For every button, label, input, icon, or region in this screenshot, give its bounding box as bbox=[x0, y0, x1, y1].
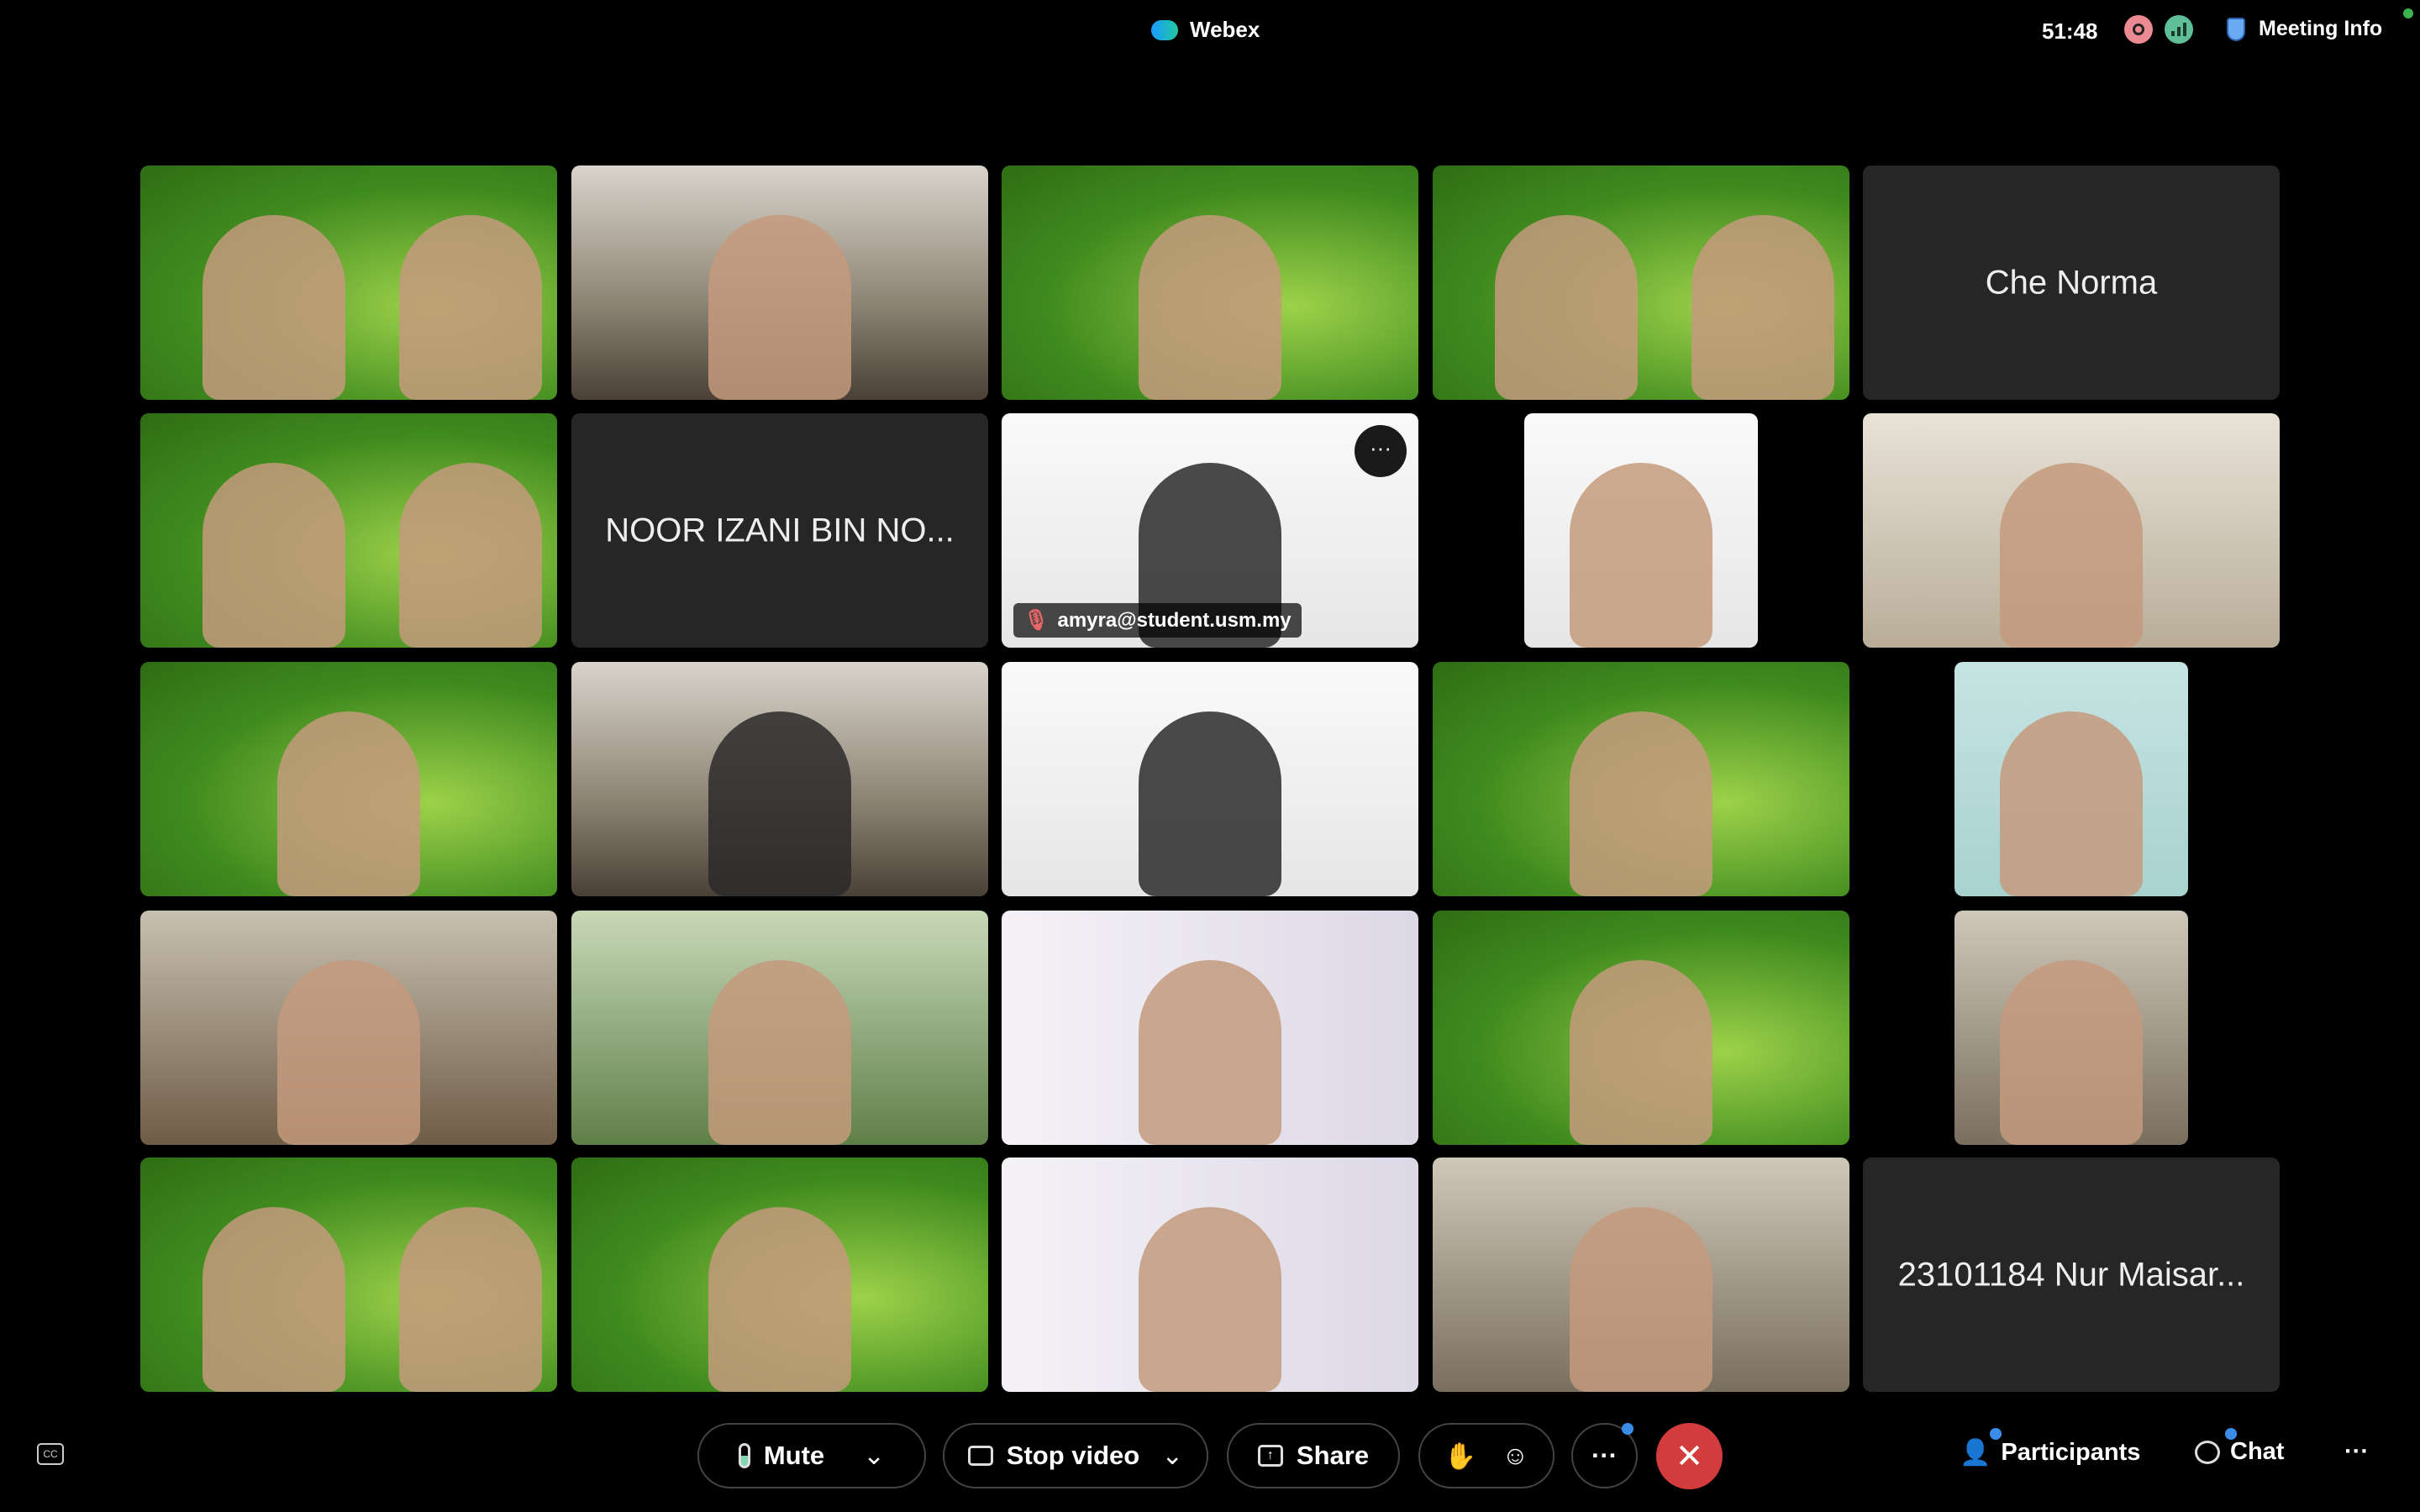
participant-video bbox=[1139, 711, 1281, 896]
chevron-down-icon[interactable]: ⌄ bbox=[863, 1441, 885, 1471]
participant-video bbox=[1495, 215, 1639, 400]
participant-video bbox=[1139, 215, 1281, 400]
participant-video bbox=[1691, 215, 1834, 400]
participant-name: amyra@student.usm.my bbox=[1057, 608, 1292, 632]
participant-tile-no-video[interactable]: NOOR IZANI BIN NO... bbox=[571, 413, 988, 648]
share-label: Share bbox=[1296, 1441, 1370, 1470]
participant-video bbox=[277, 711, 420, 896]
raise-hand-icon[interactable]: ✋ bbox=[1444, 1441, 1477, 1472]
emoji-reaction-icon[interactable]: ☺ bbox=[1502, 1441, 1528, 1471]
closed-captions-button[interactable]: CC bbox=[37, 1443, 64, 1465]
participant-video bbox=[203, 463, 346, 648]
participants-icon: 👤 bbox=[1960, 1439, 1991, 1467]
participant-video-tile[interactable] bbox=[140, 911, 557, 1145]
participant-video-tile[interactable] bbox=[1524, 413, 1758, 648]
reactions-group: ✋ ☺ bbox=[1418, 1423, 1555, 1488]
camera-icon bbox=[967, 1446, 993, 1466]
participant-video bbox=[708, 1207, 851, 1392]
chevron-down-icon[interactable]: ⌄ bbox=[1161, 1441, 1183, 1471]
participant-video-tile[interactable] bbox=[1002, 911, 1418, 1145]
participant-label: 🎙 amyra@student.usm.my bbox=[1013, 603, 1302, 638]
participant-video bbox=[398, 215, 542, 400]
chat-badge bbox=[2225, 1428, 2237, 1440]
tile-more-button[interactable]: ··· bbox=[1355, 425, 1407, 477]
overflow-menu-button[interactable]: ··· bbox=[2344, 1438, 2369, 1466]
mute-label: Mute bbox=[763, 1441, 825, 1470]
mute-button[interactable]: Mute ⌄ bbox=[697, 1423, 926, 1488]
participant-video-tile[interactable] bbox=[571, 662, 988, 896]
participant-video-tile[interactable] bbox=[571, 1158, 988, 1392]
stop-video-button[interactable]: Stop video ⌄ bbox=[943, 1423, 1208, 1488]
share-icon: ↑ bbox=[1257, 1445, 1283, 1467]
participant-tile-no-video[interactable]: Che Norma bbox=[1863, 165, 2280, 400]
participant-name: NOOR IZANI BIN NO... bbox=[605, 512, 955, 549]
participant-video-tile[interactable] bbox=[1433, 1158, 1849, 1392]
meeting-info-label: Meeting Info bbox=[2259, 17, 2383, 40]
participant-video-tile[interactable] bbox=[1433, 911, 1849, 1145]
participant-video-tile[interactable] bbox=[1863, 413, 2280, 648]
participant-video bbox=[277, 960, 420, 1145]
app-title: Webex bbox=[1151, 17, 1260, 43]
participant-video-tile[interactable]: 🎙 amyra@student.usm.my ··· bbox=[1002, 413, 1418, 648]
participant-video-tile[interactable] bbox=[1002, 165, 1418, 400]
recording-icon[interactable] bbox=[2124, 15, 2153, 44]
notification-dot bbox=[1622, 1423, 1634, 1435]
leave-meeting-button[interactable]: ✕ bbox=[1656, 1423, 1723, 1489]
participant-video bbox=[2000, 463, 2143, 648]
chat-icon bbox=[2195, 1440, 2220, 1464]
participants-label: Participants bbox=[2001, 1439, 2141, 1466]
meeting-timer: 51:48 bbox=[2042, 18, 2098, 44]
app-name: Webex bbox=[1190, 17, 1260, 42]
participant-video-tile[interactable] bbox=[1954, 662, 2188, 896]
participant-name: 23101184 Nur Maisar... bbox=[1897, 1256, 2245, 1293]
mic-muted-icon: 🎙 bbox=[1023, 609, 1050, 632]
meeting-info-button[interactable]: Meeting Info bbox=[2227, 17, 2382, 41]
participant-video bbox=[203, 1207, 346, 1392]
participant-video-tile[interactable] bbox=[1002, 1158, 1418, 1392]
participant-video-tile[interactable] bbox=[1954, 911, 2188, 1145]
participant-video bbox=[1139, 1207, 1281, 1392]
participant-video-tile[interactable] bbox=[571, 165, 988, 400]
close-icon: ✕ bbox=[1675, 1437, 1704, 1475]
participant-video bbox=[1570, 711, 1712, 896]
participant-video bbox=[2000, 960, 2143, 1145]
participant-video-tile[interactable] bbox=[571, 911, 988, 1145]
webex-logo-icon bbox=[1151, 19, 1178, 40]
participant-video bbox=[1570, 463, 1712, 648]
participants-button[interactable]: 👤 Participants bbox=[1960, 1438, 2140, 1467]
participant-video bbox=[708, 215, 851, 400]
network-signal-icon[interactable] bbox=[2165, 15, 2193, 44]
participant-tile-no-video[interactable]: 23101184 Nur Maisar... bbox=[1863, 1158, 2280, 1392]
chat-label: Chat bbox=[2230, 1438, 2285, 1465]
participant-video bbox=[708, 711, 851, 896]
participant-video bbox=[708, 960, 851, 1145]
share-button[interactable]: ↑ Share bbox=[1227, 1423, 1400, 1488]
participant-video bbox=[2000, 711, 2143, 896]
participant-video-tile[interactable] bbox=[140, 413, 557, 648]
participant-video-tile[interactable] bbox=[1433, 165, 1849, 400]
participant-name: Che Norma bbox=[1985, 264, 2158, 301]
participant-video bbox=[1570, 960, 1712, 1145]
participant-video bbox=[398, 1207, 542, 1392]
participant-video-tile[interactable] bbox=[1433, 662, 1849, 896]
more-label: ··· bbox=[1591, 1441, 1618, 1470]
participant-video-tile[interactable] bbox=[140, 662, 557, 896]
participant-video-tile[interactable] bbox=[140, 1158, 557, 1392]
status-dot bbox=[2403, 8, 2413, 18]
participant-video bbox=[203, 215, 346, 400]
chat-button[interactable]: Chat bbox=[2195, 1438, 2284, 1466]
stop-video-label: Stop video bbox=[1006, 1441, 1140, 1470]
participant-video-tile[interactable] bbox=[140, 165, 557, 400]
microphone-icon bbox=[738, 1443, 750, 1468]
participants-badge bbox=[1990, 1428, 2002, 1440]
participant-video bbox=[398, 463, 542, 648]
shield-icon bbox=[2227, 17, 2245, 41]
participant-video bbox=[1570, 1207, 1712, 1392]
participant-video bbox=[1139, 960, 1281, 1145]
overflow-label: ··· bbox=[2344, 1438, 2369, 1465]
participant-video-tile[interactable] bbox=[1002, 662, 1418, 896]
